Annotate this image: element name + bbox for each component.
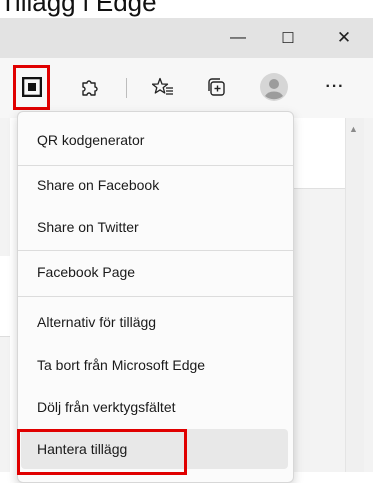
profile-button[interactable] <box>257 70 291 104</box>
minimize-icon: — <box>230 29 246 46</box>
menu-separator <box>18 296 293 297</box>
scroll-up-icon[interactable]: ▲ <box>349 124 358 134</box>
menu-item-share-twitter[interactable]: Share on Twitter <box>18 207 293 247</box>
menu-separator <box>18 250 293 251</box>
collections-icon <box>208 78 225 96</box>
manage-extensions-highlight <box>17 429 187 475</box>
maximize-button[interactable]: ☐ <box>262 18 314 58</box>
page-content-fragment <box>0 256 10 337</box>
favorites-star-icon <box>152 77 173 95</box>
page-background-right: ▲ <box>290 118 373 472</box>
menu-item-qr-generator[interactable]: QR kodgenerator <box>18 120 293 160</box>
close-button[interactable]: ✕ <box>318 18 370 58</box>
page-panel <box>290 118 345 189</box>
browser-toolbar: ··· <box>0 58 373 118</box>
title-bar: — ☐ ✕ <box>0 18 373 58</box>
page-background-left <box>0 118 10 472</box>
menu-item-label: Ta bort från Microsoft Edge <box>37 357 206 373</box>
menu-item-label: Facebook Page <box>37 264 136 280</box>
menu-item-label: QR kodgenerator <box>37 132 145 148</box>
settings-more-button[interactable]: ··· <box>318 70 352 104</box>
extension-button-highlight <box>13 65 50 110</box>
extension-context-menu: QR kodgenerator Share on Facebook Share … <box>17 111 294 483</box>
maximize-icon: ☐ <box>281 30 295 47</box>
favorites-button[interactable] <box>146 70 180 104</box>
menu-item-facebook-page[interactable]: Facebook Page <box>18 252 293 292</box>
menu-item-label: Dölj från verktygsfältet <box>37 399 176 415</box>
menu-item-share-facebook[interactable]: Share on Facebook <box>18 165 293 205</box>
menu-item-extension-options[interactable]: Alternativ för tillägg <box>18 302 293 342</box>
menu-item-hide-from-toolbar[interactable]: Dölj från verktygsfältet <box>18 387 293 427</box>
caption-text: Tillägg i Edge <box>0 0 157 17</box>
more-icon: ··· <box>325 78 345 95</box>
page-scrollbar[interactable] <box>345 118 364 472</box>
menu-item-remove-from-edge[interactable]: Ta bort från Microsoft Edge <box>18 345 293 385</box>
menu-item-label: Alternativ för tillägg <box>37 314 157 330</box>
minimize-button[interactable]: — <box>212 18 264 58</box>
menu-item-label: Share on Facebook <box>37 177 160 193</box>
puzzle-extensions-icon <box>82 80 98 96</box>
collections-button[interactable] <box>199 70 233 104</box>
toolbar-separator <box>126 78 127 98</box>
close-icon: ✕ <box>336 28 352 47</box>
extensions-button[interactable] <box>72 70 106 104</box>
tutorial-caption: Tillägg i Edge <box>0 0 373 18</box>
profile-avatar-icon <box>260 73 288 101</box>
menu-item-label: Share on Twitter <box>37 219 139 235</box>
